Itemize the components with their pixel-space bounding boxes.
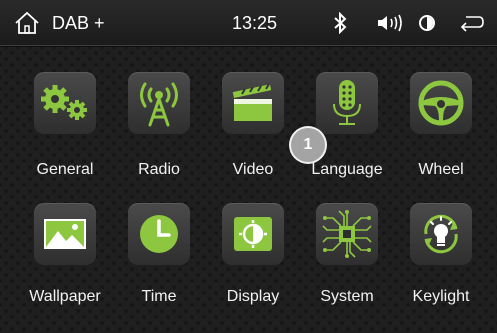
brightness-button[interactable]	[418, 0, 436, 46]
menu-item-general[interactable]: General	[18, 72, 112, 204]
menu-item-radio[interactable]: Radio	[112, 72, 206, 204]
back-button[interactable]	[459, 0, 485, 46]
menu-item-label: General	[36, 161, 94, 178]
menu-item-label: Time	[141, 288, 177, 305]
menu-item-display[interactable]: Display	[206, 203, 300, 333]
menu-item-label: Display	[226, 288, 280, 305]
bluetooth-button[interactable]	[333, 0, 347, 46]
brightness-icon	[419, 15, 435, 31]
menu-item-label: System	[320, 288, 374, 305]
home-button[interactable]	[14, 0, 40, 46]
menu-item-label: Video	[232, 161, 274, 178]
menu-item-video[interactable]: Video	[206, 72, 300, 204]
chip-icon	[316, 203, 378, 265]
volume-button[interactable]	[376, 0, 406, 46]
lightbulb-icon	[410, 203, 472, 265]
annotation-badge: 1	[289, 126, 327, 164]
menu-item-label: Language	[311, 161, 383, 178]
menu-item-keylight[interactable]: Keylight	[394, 203, 488, 333]
microphone-icon	[316, 72, 378, 134]
menu-item-system[interactable]: System	[300, 203, 394, 333]
clock-time: 13:25	[232, 12, 278, 33]
menu-item-label: Wheel	[418, 161, 464, 178]
bluetooth-icon	[334, 12, 347, 34]
menu-item-time[interactable]: Time	[112, 203, 206, 333]
gears-icon	[34, 72, 96, 134]
menu-item-wheel[interactable]: Wheel	[394, 72, 488, 204]
menu-item-label: Keylight	[412, 288, 470, 305]
clapperboard-icon	[222, 72, 284, 134]
volume-icon	[378, 14, 402, 32]
status-bar: DAB + 13:25	[0, 0, 497, 46]
home-icon	[15, 11, 39, 34]
menu-item-label: Radio	[138, 161, 180, 178]
radio-tower-icon	[128, 72, 190, 134]
steering-wheel-icon	[410, 72, 472, 134]
menu-item-label: Wallpaper	[29, 288, 101, 305]
landscape-image-icon	[34, 203, 96, 265]
clock-icon	[128, 203, 190, 265]
display-brightness-icon	[222, 203, 284, 265]
menu-item-wallpaper[interactable]: Wallpaper	[18, 203, 112, 333]
source-label: DAB +	[52, 12, 105, 33]
back-arrow-icon	[460, 16, 484, 32]
